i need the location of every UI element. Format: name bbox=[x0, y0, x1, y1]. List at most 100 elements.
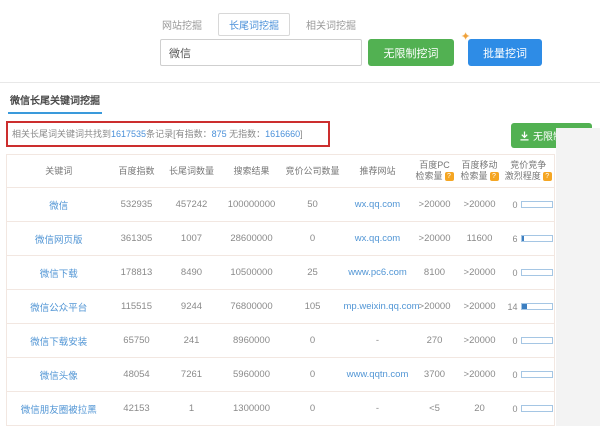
column-header-site: 推荐网站 bbox=[343, 155, 413, 188]
keyword-link[interactable]: 微信头像 bbox=[40, 371, 78, 382]
competition-bar bbox=[521, 201, 553, 208]
cell-search_results: 28600000 bbox=[221, 222, 283, 256]
cell-competition: 0 bbox=[503, 188, 555, 222]
cell-bid_companies: 105 bbox=[283, 290, 343, 324]
keyword-link[interactable]: 微信公众平台 bbox=[30, 303, 87, 314]
table-row: 微信下载17881384901050000025www.pc6.com8100>… bbox=[7, 256, 555, 290]
cell-site: mp.weixin.qq.com bbox=[343, 290, 413, 324]
page-background-gutter bbox=[556, 128, 600, 426]
batch-mining-button[interactable]: ✦批量挖词 bbox=[468, 39, 542, 66]
cell-bid_companies: 25 bbox=[283, 256, 343, 290]
cell-pc_search: >20000 bbox=[413, 188, 457, 222]
competition-value: 14 bbox=[506, 302, 518, 312]
cell-site: wx.qq.com bbox=[343, 222, 413, 256]
stats-with-index: 875 bbox=[212, 129, 227, 139]
cell-longtail_count: 457242 bbox=[163, 188, 221, 222]
cell-competition: 0 bbox=[503, 392, 555, 426]
competition-value: 0 bbox=[506, 268, 518, 278]
cell-bid_companies: 0 bbox=[283, 324, 343, 358]
site-link[interactable]: wx.qq.com bbox=[355, 199, 400, 210]
competition-value: 0 bbox=[506, 370, 518, 380]
table-header: 关键词百度指数长尾词数量搜索结果竞价公司数量推荐网站百度PC检索量?百度移动检索… bbox=[7, 155, 555, 188]
cell-longtail_count: 1007 bbox=[163, 222, 221, 256]
mining-tabs: 网站挖掘 长尾词挖掘 相关词挖掘 bbox=[160, 14, 600, 34]
search-row: 无限制挖词 ✦批量挖词 bbox=[160, 39, 600, 66]
cell-bid_companies: 0 bbox=[283, 392, 343, 426]
cell-baidu_index: 178813 bbox=[111, 256, 163, 290]
column-header-search_results: 搜索结果 bbox=[221, 155, 283, 188]
cell-search_results: 8960000 bbox=[221, 324, 283, 358]
column-header-bid_companies: 竞价公司数量 bbox=[283, 155, 343, 188]
competition-value: 0 bbox=[506, 404, 518, 414]
tab-longtail-mining[interactable]: 长尾词挖掘 bbox=[218, 13, 290, 36]
site-link[interactable]: mp.weixin.qq.com bbox=[344, 301, 420, 312]
site-link[interactable]: www.pc6.com bbox=[348, 267, 407, 278]
cell-keyword: 微信下载 bbox=[7, 256, 111, 290]
cell-competition: 0 bbox=[503, 358, 555, 392]
keyword-search-input[interactable] bbox=[160, 39, 362, 66]
table-row: 微信公众平台115515924476800000105mp.weixin.qq.… bbox=[7, 290, 555, 324]
unlimited-mining-button[interactable]: 无限制挖词 bbox=[368, 39, 454, 66]
cell-mobile_search: >20000 bbox=[457, 290, 503, 324]
cell-mobile_search: 11600 bbox=[457, 222, 503, 256]
stats-row: 相关长尾词关键词共找到1617535条记录[有指数：875 无指数：161666… bbox=[6, 121, 600, 148]
cell-competition: 0 bbox=[503, 256, 555, 290]
help-icon[interactable]: ? bbox=[445, 172, 454, 181]
tab-related-mining[interactable]: 相关词挖掘 bbox=[304, 14, 358, 35]
keyword-link[interactable]: 微信网页版 bbox=[35, 235, 83, 246]
cell-mobile_search: 20 bbox=[457, 392, 503, 426]
site-link[interactable]: wx.qq.com bbox=[355, 233, 400, 244]
competition-bar bbox=[521, 303, 553, 310]
result-count-box: 相关长尾词关键词共找到1617535条记录[有指数：875 无指数：161666… bbox=[6, 121, 330, 147]
cell-pc_search: >20000 bbox=[413, 222, 457, 256]
cell-site: www.pc6.com bbox=[343, 256, 413, 290]
competition-bar bbox=[521, 337, 553, 344]
cell-mobile_search: >20000 bbox=[457, 256, 503, 290]
cell-keyword: 微信 bbox=[7, 188, 111, 222]
cell-mobile_search: >20000 bbox=[457, 324, 503, 358]
cell-site: - bbox=[343, 392, 413, 426]
tab-site-mining[interactable]: 网站挖掘 bbox=[160, 14, 204, 35]
competition-value: 0 bbox=[506, 200, 518, 210]
keyword-table: 关键词百度指数长尾词数量搜索结果竞价公司数量推荐网站百度PC检索量?百度移动检索… bbox=[6, 154, 555, 426]
keyword-link[interactable]: 微信朋友圈被拉黑 bbox=[21, 405, 97, 416]
cell-search_results: 1300000 bbox=[221, 392, 283, 426]
cell-search_results: 10500000 bbox=[221, 256, 283, 290]
cell-pc_search: 270 bbox=[413, 324, 457, 358]
result-section: 微信长尾关键词挖掘 相关长尾词关键词共找到1617535条记录[有指数：875 … bbox=[0, 83, 600, 426]
keyword-link[interactable]: 微信下载安装 bbox=[30, 337, 87, 348]
cell-search_results: 5960000 bbox=[221, 358, 283, 392]
cell-site: www.qqtn.com bbox=[343, 358, 413, 392]
competition-bar bbox=[521, 371, 553, 378]
column-header-keyword: 关键词 bbox=[7, 155, 111, 188]
keyword-link[interactable]: 微信 bbox=[49, 201, 68, 212]
cell-longtail_count: 7261 bbox=[163, 358, 221, 392]
cell-baidu_index: 361305 bbox=[111, 222, 163, 256]
cell-bid_companies: 0 bbox=[283, 222, 343, 256]
help-icon[interactable]: ? bbox=[490, 172, 499, 181]
stats-without-index: 1616660 bbox=[265, 129, 300, 139]
column-header-baidu_index: 百度指数 bbox=[111, 155, 163, 188]
download-icon bbox=[520, 131, 529, 141]
cell-baidu_index: 42153 bbox=[111, 392, 163, 426]
help-icon[interactable]: ? bbox=[543, 172, 552, 181]
cell-baidu_index: 532935 bbox=[111, 188, 163, 222]
cell-keyword: 微信网页版 bbox=[7, 222, 111, 256]
keyword-link[interactable]: 微信下载 bbox=[40, 269, 78, 280]
stats-suffix: ] bbox=[300, 129, 303, 139]
sparkle-icon: ✦ bbox=[461, 30, 470, 43]
cell-pc_search: 8100 bbox=[413, 256, 457, 290]
cell-site: - bbox=[343, 324, 413, 358]
page: 网站挖掘 长尾词挖掘 相关词挖掘 无限制挖词 ✦批量挖词 微信长尾关键词挖掘 相… bbox=[0, 0, 600, 426]
competition-bar bbox=[521, 405, 553, 412]
cell-pc_search: >20000 bbox=[413, 290, 457, 324]
cell-mobile_search: >20000 bbox=[457, 188, 503, 222]
competition-bar bbox=[521, 235, 553, 242]
stats-total: 1617535 bbox=[111, 129, 146, 139]
site-link[interactable]: www.qqtn.com bbox=[347, 369, 409, 380]
competition-bar bbox=[521, 269, 553, 276]
cell-longtail_count: 1 bbox=[163, 392, 221, 426]
cell-pc_search: 3700 bbox=[413, 358, 457, 392]
cell-mobile_search: >20000 bbox=[457, 358, 503, 392]
cell-baidu_index: 48054 bbox=[111, 358, 163, 392]
